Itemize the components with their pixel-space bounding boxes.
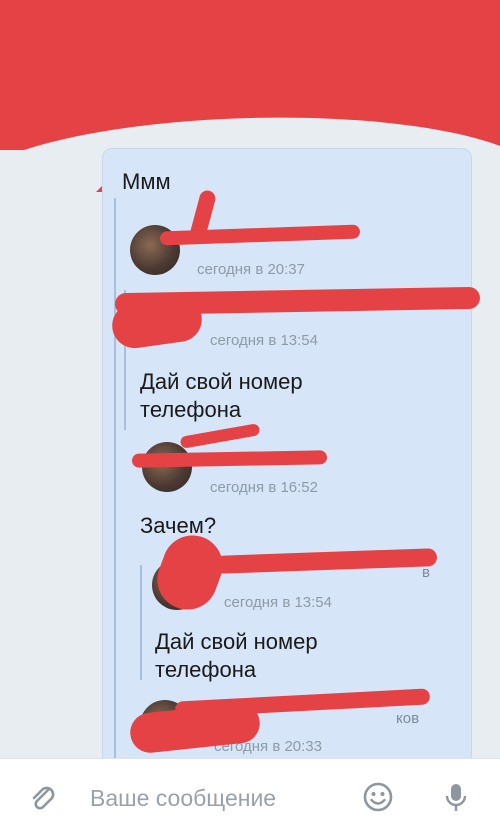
forwarded-text: Зачем? bbox=[140, 513, 217, 538]
paperclip-icon[interactable] bbox=[26, 781, 62, 817]
message-time: сегодня в 20:37 bbox=[197, 261, 305, 278]
nested-quote-line bbox=[140, 565, 142, 680]
message-input-bar: Ваше сообщение bbox=[0, 758, 500, 834]
forward-quote-line bbox=[114, 198, 116, 758]
forwarded-text-line2: телефона bbox=[140, 397, 242, 422]
sender-name-fragment: ков bbox=[396, 710, 420, 727]
message-time: сегодня в 16:52 bbox=[210, 479, 318, 496]
bubble-tail bbox=[96, 186, 102, 192]
emoji-icon[interactable] bbox=[360, 779, 396, 815]
forwarded-text-line1: Дай свой номер bbox=[140, 369, 303, 394]
message-text: Ммм bbox=[122, 169, 171, 194]
microphone-icon[interactable] bbox=[438, 779, 474, 815]
message-input[interactable]: Ваше сообщение bbox=[90, 785, 276, 812]
forwarded-text-line1: Дай свой номер bbox=[155, 629, 318, 654]
message-time: сегодня в 13:54 bbox=[224, 594, 332, 611]
message-time: сегодня в 13:54 bbox=[210, 332, 318, 349]
forwarded-text-line2: телефона bbox=[155, 657, 257, 682]
